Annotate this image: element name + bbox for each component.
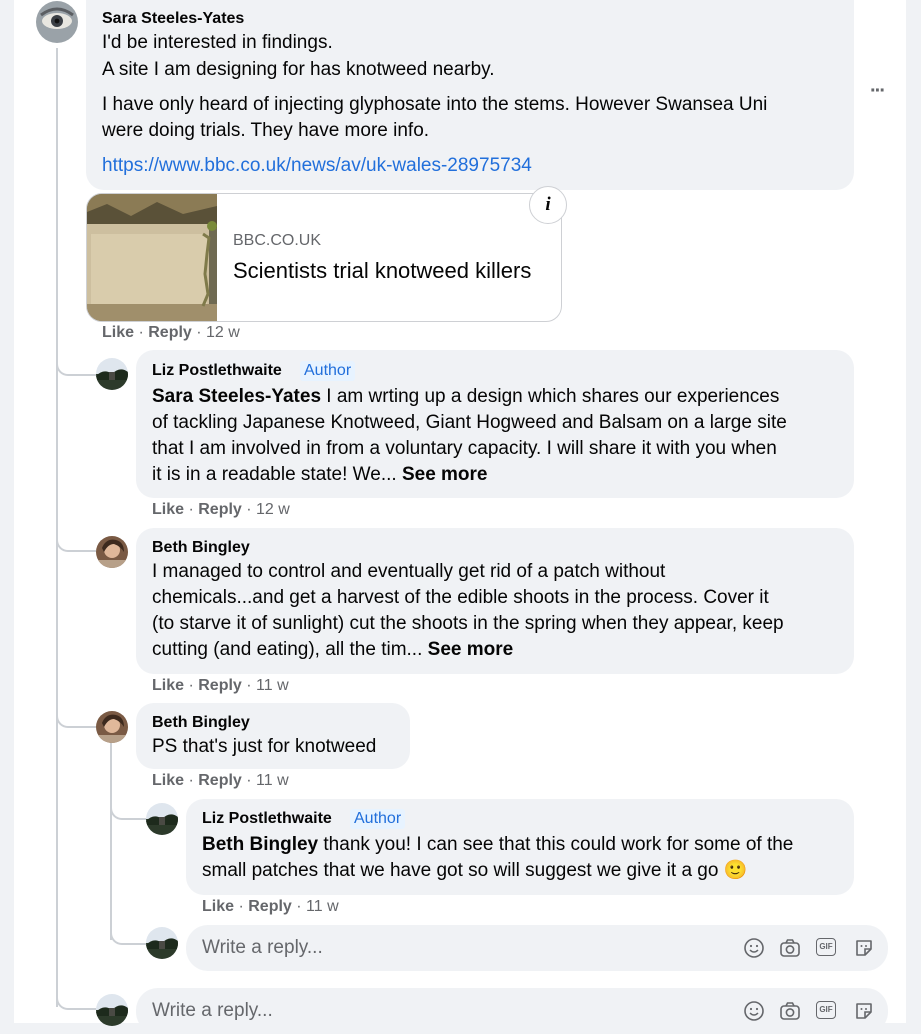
comment-actions: Like · Reply · 11 w [202,898,339,915]
comment-actions: Like · Reply · 11 w [152,677,289,694]
avatar[interactable] [96,711,128,743]
avatar [146,927,178,959]
gif-icon[interactable]: GIF [816,938,836,956]
sticker-icon[interactable] [853,937,875,959]
preview-domain: BBC.CO.UK [233,232,322,249]
mention-link[interactable]: Beth Bingley [202,834,318,855]
like-button[interactable]: Like [202,898,234,915]
info-icon[interactable]: i [529,186,567,224]
gif-label: GIF [819,1005,833,1014]
avatar[interactable] [36,1,78,43]
thread-connector [56,696,96,728]
timestamp[interactable]: 11 w [306,898,339,915]
emoji-icon[interactable] [743,1000,765,1022]
comment-text-line: Beth Bingley thank you! I can see that t… [202,832,793,858]
author-badge: Author [350,809,406,829]
comment-text-line: that I am involved in from a voluntary c… [152,438,777,459]
see-more-link[interactable]: See more [428,639,514,660]
preview-thumbnail [87,194,217,321]
comment-text-line: I'd be interested in findings. [102,32,333,53]
see-more-link[interactable]: See more [402,464,488,485]
comment-text-line: I managed to control and eventually get … [152,561,666,582]
avatar [96,994,128,1026]
info-glyph: i [545,194,551,215]
gif-icon[interactable]: GIF [816,1001,836,1019]
comment-text-line: I have only heard of injecting glyphosat… [102,94,768,115]
comment-text: cutting (and eating), all the tim... [152,639,428,660]
comment-author[interactable]: Sara Steeles-Yates [102,10,244,28]
comment-actions: Like · Reply · 12 w [102,324,240,341]
like-button[interactable]: Like [152,772,184,789]
sticker-icon[interactable] [853,1000,875,1022]
emoji-icon[interactable] [743,937,765,959]
like-button[interactable]: Like [102,324,134,341]
gif-label: GIF [819,942,833,951]
comment-text-line: small patches that we have got so will s… [202,858,747,884]
reply-placeholder: Write a reply... [152,1000,273,1021]
camera-icon[interactable] [779,937,801,959]
smile-emoji: 🙂 [723,860,748,881]
like-button[interactable]: Like [152,501,184,518]
timestamp[interactable]: 11 w [256,677,289,694]
like-button[interactable]: Like [152,677,184,694]
reply-button[interactable]: Reply [198,677,242,694]
timestamp[interactable]: 12 w [256,501,290,518]
comment-author[interactable]: Beth Bingley [152,539,250,557]
comment-text-line: of tackling Japanese Knotweed, Giant Hog… [152,412,787,433]
comment-text: I am wrting up a design which shares our… [321,386,780,407]
comment-actions: Like · Reply · 11 w [152,772,289,789]
timestamp[interactable]: 11 w [256,772,289,789]
comment-text-line: chemicals...and get a harvest of the edi… [152,587,769,608]
comment-text-line: PS that's just for knotweed [152,736,377,757]
comment-text-line: (to starve it of sunlight) cut the shoot… [152,613,784,634]
comment-text: small patches that we have got so will s… [202,860,724,881]
reply-button[interactable]: Reply [248,898,292,915]
reply-placeholder: Write a reply... [202,937,323,958]
comment-text-line: it is in a readable state! We... See mor… [152,462,488,488]
thread-connector [56,520,96,552]
comment-text: thank you! I can see that this could wor… [318,834,794,855]
thread-connector [56,980,96,1010]
comment-text-line: were doing trials. They have more info. [102,120,430,141]
comment-text-line: A site I am designing for has knotweed n… [102,59,495,80]
more-options-icon[interactable]: ··· [870,80,886,103]
comment-actions: Like · Reply · 12 w [152,501,290,518]
thread-line-nested [110,740,112,940]
timestamp[interactable]: 12 w [206,324,240,341]
reply-button[interactable]: Reply [148,324,192,341]
comment-text-line: Sara Steeles-Yates I am wrting up a desi… [152,384,779,410]
comment-author[interactable]: Liz Postlethwaite [152,362,282,380]
author-badge: Author [300,361,356,381]
camera-icon[interactable] [779,1000,801,1022]
avatar[interactable] [96,536,128,568]
comment-text-line: cutting (and eating), all the tim... See… [152,637,513,663]
thread-connector [56,344,96,376]
reply-button[interactable]: Reply [198,772,242,789]
preview-title: Scientists trial knotweed killers [233,258,532,283]
article-link[interactable]: https://www.bbc.co.uk/news/av/uk-wales-2… [102,155,532,177]
thread-connector [110,790,146,820]
avatar[interactable] [146,803,178,835]
link-preview-card[interactable]: BBC.CO.UK Scientists trial knotweed kill… [86,193,562,322]
comment-author[interactable]: Beth Bingley [152,714,250,732]
mention-link[interactable]: Sara Steeles-Yates [152,386,321,407]
avatar[interactable] [96,358,128,390]
comment-author[interactable]: Liz Postlethwaite [202,810,332,828]
reply-button[interactable]: Reply [198,501,242,518]
comment-text: it is in a readable state! We... [152,464,402,485]
thread-connector [110,915,146,945]
